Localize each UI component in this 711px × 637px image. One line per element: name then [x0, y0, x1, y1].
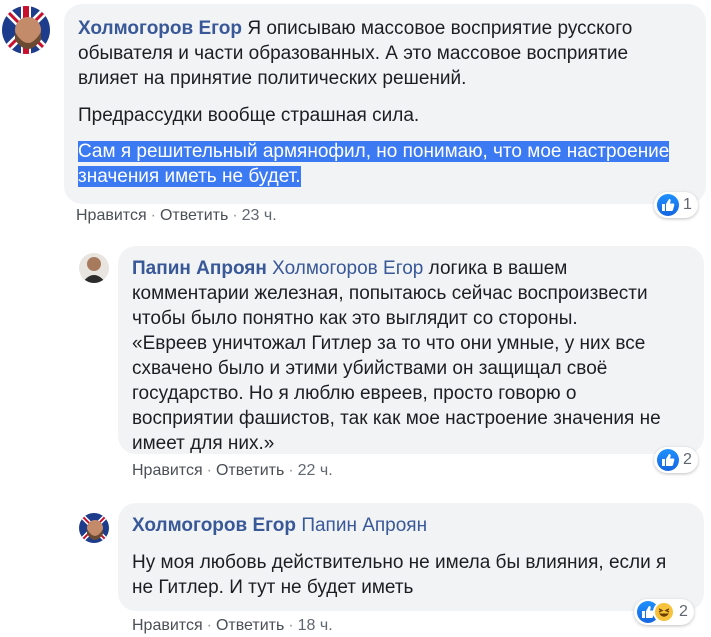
comment-author-link[interactable]: Холмогоров Егор — [132, 515, 296, 536]
comment-header: Холмогоров Егор Папин Апроян — [132, 513, 690, 538]
like-link[interactable]: Нравится — [76, 207, 147, 224]
avatar[interactable] — [79, 513, 109, 543]
comment-bubble: Холмогоров Егор Папин Апроян Ну моя любо… — [118, 503, 704, 611]
comment-text: Папин Апроян Холмогоров Егор логика в ва… — [132, 256, 672, 331]
comment-bubble: Холмогоров Егор Я описываю массовое восп… — [64, 4, 706, 204]
comment-bubble: Папин Апроян Холмогоров Егор логика в ва… — [118, 246, 704, 454]
reaction-count: 2 — [683, 451, 692, 468]
like-link[interactable]: Нравится — [132, 462, 203, 479]
timestamp[interactable]: 22 ч. — [298, 462, 333, 479]
reply-link[interactable]: Ответить — [216, 462, 284, 479]
reaction-count: 2 — [679, 603, 688, 620]
like-reaction-icon — [657, 449, 679, 471]
mention-link[interactable]: Папин Апроян — [301, 515, 427, 536]
profile-photo-icon — [79, 513, 109, 543]
reaction-count: 1 — [683, 196, 692, 213]
comment-body: Ну моя любовь действительно не имела бы … — [132, 552, 667, 598]
comment-text: Холмогоров Егор Я описываю массовое восп… — [78, 16, 668, 91]
reply-link[interactable]: Ответить — [216, 617, 284, 634]
comment-actions: Нравится · Ответить · 23 ч. — [76, 207, 277, 224]
profile-photo-icon — [79, 253, 109, 283]
reaction-badge[interactable]: 2 — [634, 599, 694, 625]
avatar[interactable] — [2, 6, 50, 54]
profile-photo-icon — [2, 6, 50, 54]
like-link[interactable]: Нравится — [132, 617, 203, 634]
comment-paragraph: Предрассудки вообще страшная сила. — [78, 105, 420, 126]
reply-link[interactable]: Ответить — [160, 207, 228, 224]
like-reaction-icon — [657, 194, 679, 216]
comment-actions: Нравится · Ответить · 18 ч. — [132, 617, 333, 634]
mention-link[interactable]: Холмогоров Егор — [272, 258, 423, 279]
comment-actions: Нравится · Ответить · 22 ч. — [132, 462, 333, 479]
comment-quote: «Евреев уничтожал Гитлер за то что они у… — [132, 333, 661, 454]
comment-author-link[interactable]: Папин Апроян — [132, 258, 267, 279]
reaction-badge[interactable]: 1 — [654, 192, 698, 218]
reaction-badge[interactable]: 2 — [654, 447, 698, 473]
comment-highlighted-text: Сам я решительный армянофил, но понимаю,… — [78, 141, 670, 187]
haha-reaction-icon — [653, 601, 675, 623]
timestamp[interactable]: 23 ч. — [242, 207, 277, 224]
comment-author-link[interactable]: Холмогоров Егор — [78, 18, 242, 39]
timestamp[interactable]: 18 ч. — [298, 617, 333, 634]
avatar[interactable] — [79, 253, 109, 283]
